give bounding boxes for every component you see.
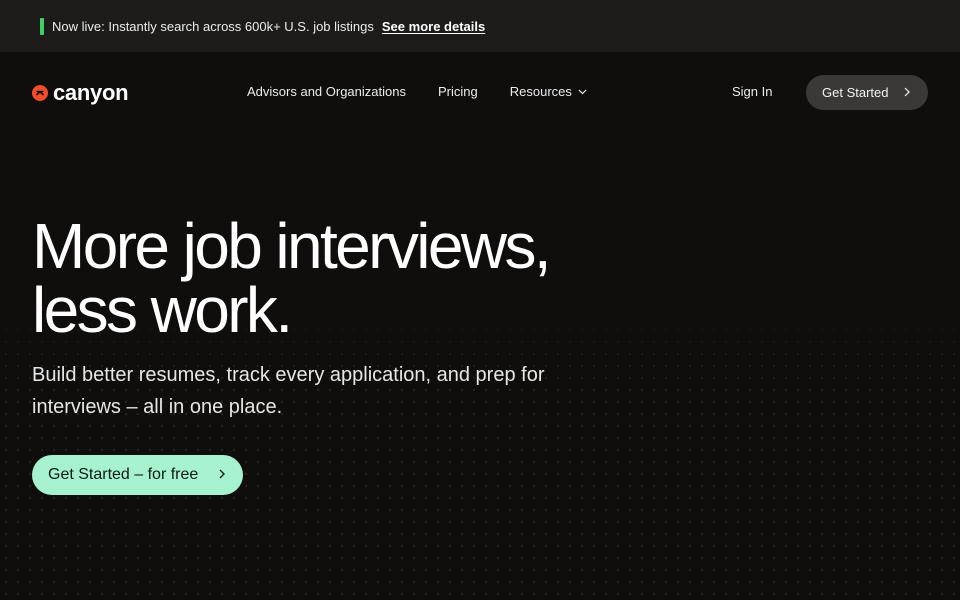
announcement-accent <box>40 17 44 35</box>
nav-link-label: Pricing <box>437 84 478 99</box>
logo[interactable]: canyon <box>32 80 129 106</box>
chevron-right-icon <box>904 87 910 97</box>
logo-text: canyon <box>53 80 129 105</box>
nav-links: Advisors and Organizations Pricing Resou… <box>247 84 619 99</box>
hero-title-line-1: More job interviews, <box>32 210 552 282</box>
nav-resources-dropdown[interactable]: Resources <box>510 84 587 99</box>
hero-subtitle: Build better resumes, track every applic… <box>32 364 545 418</box>
nav-advisors-organizations[interactable]: Advisors and Organizations <box>247 84 406 99</box>
nav-link-label: Resources <box>509 84 572 99</box>
cta-label: Get Started – for free <box>48 466 199 483</box>
see-more-details-link[interactable]: See more details <box>382 19 485 34</box>
get-started-button[interactable]: Get Started <box>806 75 928 110</box>
chevron-right-icon <box>219 469 225 479</box>
hero-title-line-2: less work. <box>32 274 293 346</box>
top-nav: canyon Advisors and Organizations Pricin… <box>0 52 960 132</box>
sign-in-link[interactable]: Sign In <box>732 84 772 99</box>
get-started-label: Get Started <box>822 85 889 100</box>
canyon-logo-icon <box>32 85 48 101</box>
nav-link-label: Advisors and Organizations <box>247 84 406 99</box>
announcement-text: Now live: Instantly search across 600k+ … <box>52 18 374 34</box>
announcement-bar: Now live: Instantly search across 600k+ … <box>0 0 960 52</box>
landing-page: Now live: Instantly search across 600k+ … <box>0 0 960 600</box>
hero-title: More job interviews, less work. <box>32 210 552 346</box>
get-started-free-button[interactable]: Get Started – for free <box>32 455 243 495</box>
nav-pricing[interactable]: Pricing <box>438 84 478 99</box>
chevron-down-icon <box>578 89 587 95</box>
